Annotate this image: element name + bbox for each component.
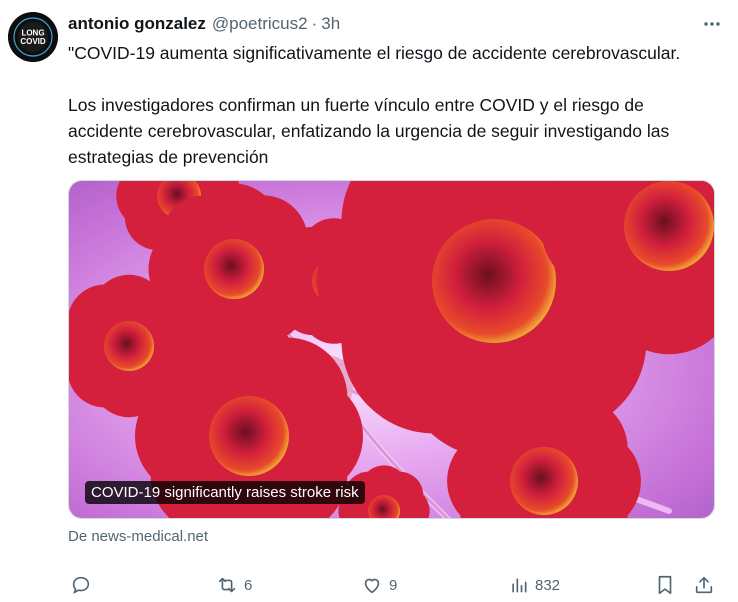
like-count: 9 (389, 576, 398, 594)
reply-icon (72, 576, 90, 595)
retweet-button[interactable]: 6 (216, 572, 252, 598)
image-caption: COVID-19 significantly raises stroke ris… (85, 481, 365, 504)
retweet-count: 6 (244, 576, 253, 594)
avatar[interactable]: LONG COVID (8, 12, 58, 62)
like-button[interactable]: 9 (361, 572, 397, 598)
retweet-icon (218, 577, 236, 593)
timestamp[interactable]: 3h (321, 14, 340, 34)
more-options-button[interactable] (698, 10, 726, 38)
share-icon (695, 576, 713, 594)
share-button[interactable] (693, 572, 715, 598)
avatar-text-line2: COVID (20, 37, 46, 46)
bookmark-button[interactable] (654, 572, 676, 598)
separator-dot: · (311, 14, 318, 33)
bookmark-icon (658, 575, 672, 595)
heart-icon (364, 578, 380, 594)
link-source[interactable]: De news-medical.net (68, 528, 208, 545)
author-name[interactable]: antonio gonzalez (68, 14, 206, 34)
tweet[interactable]: LONG COVID antonio gonzalez @poetricus2 … (0, 0, 738, 602)
views-count: 832 (535, 576, 561, 594)
action-bar: 6 9 832 (68, 572, 718, 598)
tweet-image[interactable]: COVID-19 significantly raises stroke ris… (68, 180, 715, 519)
author-handle[interactable]: @poetricus2 (212, 14, 308, 34)
more-horizontal-icon (704, 22, 720, 26)
reply-button[interactable] (70, 572, 98, 598)
tweet-text: "COVID-19 aumenta significativamente el … (68, 43, 681, 167)
tweet-header: antonio gonzalez @poetricus2 · 3h (68, 12, 722, 36)
views-chart-icon (512, 578, 527, 593)
views-button[interactable]: 832 (509, 572, 560, 598)
